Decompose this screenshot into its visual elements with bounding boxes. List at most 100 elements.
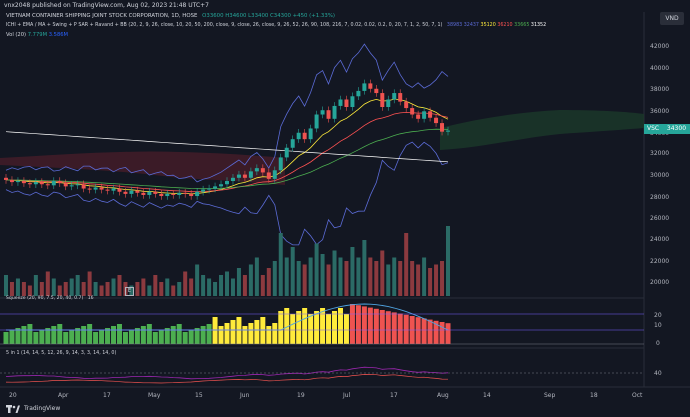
indicator-value: 31352	[530, 23, 547, 28]
squeeze-bar	[308, 314, 314, 344]
volume-bar	[45, 271, 50, 296]
volume-bar	[410, 261, 415, 296]
candle-body	[434, 117, 439, 124]
earnings-marker[interactable]: E	[125, 287, 134, 296]
fivein1-line-b	[5, 374, 449, 384]
volume-bar	[27, 285, 32, 296]
squeeze-tick: 20	[654, 312, 662, 319]
volume-bar	[344, 261, 349, 296]
volume-legend[interactable]: Vol (20) 7.779M 3.586M	[6, 32, 68, 38]
squeeze-bar	[51, 326, 57, 344]
squeeze-bar	[355, 305, 361, 344]
price-tick: 40000	[650, 65, 669, 72]
squeeze-bar	[302, 308, 308, 344]
volume-bar	[63, 282, 68, 296]
squeeze-value: 16	[87, 296, 94, 301]
symbol-legend[interactable]: VIETNAM CONTAINER SHIPPING JOINT STOCK C…	[6, 13, 335, 19]
volume-bar	[201, 275, 206, 296]
squeeze-bar	[3, 332, 9, 344]
volume-bar	[141, 278, 146, 296]
candle-body	[392, 93, 397, 100]
squeeze-bar	[379, 310, 385, 344]
squeeze-bar	[296, 311, 302, 344]
candle-body	[147, 191, 152, 195]
squeeze-bar	[33, 332, 39, 344]
squeeze-bar	[266, 326, 272, 344]
squeeze-bar	[116, 324, 122, 344]
squeeze-legend[interactable]: Squeeze (20, 90, 7.5, 20, 40, 0.7) 16	[6, 296, 94, 301]
price-tag-value: 34300	[666, 125, 687, 132]
squeeze-tick: 0	[656, 340, 660, 347]
five-in-one-lines	[5, 366, 449, 384]
candle-body	[356, 90, 361, 97]
volume-title: Vol (20)	[6, 32, 27, 38]
candle-body	[225, 181, 229, 185]
footer-bar: TradingView	[0, 401, 690, 417]
squeeze-bar	[337, 308, 343, 344]
squeeze-bar	[332, 311, 338, 344]
squeeze-bar	[421, 318, 427, 344]
volume-bar	[117, 275, 122, 296]
squeeze-bar	[200, 326, 206, 344]
ichimoku-cloud	[0, 151, 285, 185]
time-axis[interactable]: 20 Apr 17 May 15 Jun 19 Jul 17 Aug 14 Se…	[9, 392, 643, 399]
fivein1-legend[interactable]: 5 in 1 (14, 14, 5, 12, 26, 9, 14, 3, 3, …	[6, 351, 116, 356]
candle-body	[374, 88, 379, 94]
candle-body	[236, 174, 241, 178]
squeeze-bar	[63, 332, 69, 344]
tradingview-logo-icon[interactable]	[6, 405, 20, 413]
volume-bar	[284, 257, 289, 296]
squeeze-bar	[206, 324, 212, 344]
squeeze-bar	[212, 317, 218, 344]
volume-bar	[171, 285, 176, 296]
squeeze-bar	[290, 314, 296, 344]
volume-bar	[135, 282, 140, 296]
volume-bar	[57, 285, 62, 296]
candle-body	[326, 110, 331, 119]
candle-body	[219, 184, 224, 187]
candle-body	[272, 170, 277, 179]
squeeze-bar	[445, 323, 451, 344]
volume-bar	[87, 271, 92, 296]
volume-bar	[242, 275, 247, 296]
volume-bar	[308, 257, 313, 296]
price-tick: 22000	[650, 258, 669, 265]
volume-bar	[260, 275, 265, 296]
candle-body	[45, 184, 50, 186]
squeeze-bar	[111, 326, 117, 344]
volume-bar	[320, 254, 325, 296]
volume-bar	[428, 268, 433, 296]
volume-bar	[314, 243, 319, 296]
volume-bar	[272, 261, 277, 296]
candle-body	[183, 192, 188, 194]
squeeze-title: Squeeze (20, 90, 7.5, 20, 40, 0.7)	[6, 296, 84, 301]
candle-body	[284, 147, 289, 158]
candle-body	[248, 171, 253, 178]
indicator-legend[interactable]: ICHI + EMA / MA + Swing + P SAR + Ravand…	[6, 23, 546, 28]
volume-bar	[147, 285, 152, 296]
squeeze-histogram	[3, 303, 451, 344]
indicator-value: 38983	[446, 23, 463, 28]
time-tick: 18	[590, 392, 598, 399]
candle-body	[368, 83, 373, 89]
volume-bar	[362, 240, 367, 296]
candle-body	[320, 110, 325, 115]
footer-brand: TradingView	[24, 405, 61, 412]
volume-bar	[392, 257, 397, 296]
candle-body	[362, 83, 367, 91]
time-tick: Oct	[632, 392, 643, 399]
volume-bar	[207, 278, 212, 296]
candle-body	[177, 192, 182, 195]
squeeze-bar	[140, 326, 146, 344]
price-axis[interactable]: 42000 40000 38000 36000 34000 32000 3000…	[650, 43, 669, 377]
squeeze-bar	[69, 330, 75, 344]
candle-body	[51, 181, 56, 186]
currency-badge[interactable]: VND	[660, 12, 684, 25]
candle-body	[254, 168, 259, 172]
candle-body	[81, 184, 86, 189]
volume-bar	[153, 275, 158, 296]
candle-body	[314, 114, 319, 129]
candle-body	[4, 177, 8, 180]
squeeze-bar	[427, 319, 433, 344]
squeeze-bar	[87, 324, 93, 344]
